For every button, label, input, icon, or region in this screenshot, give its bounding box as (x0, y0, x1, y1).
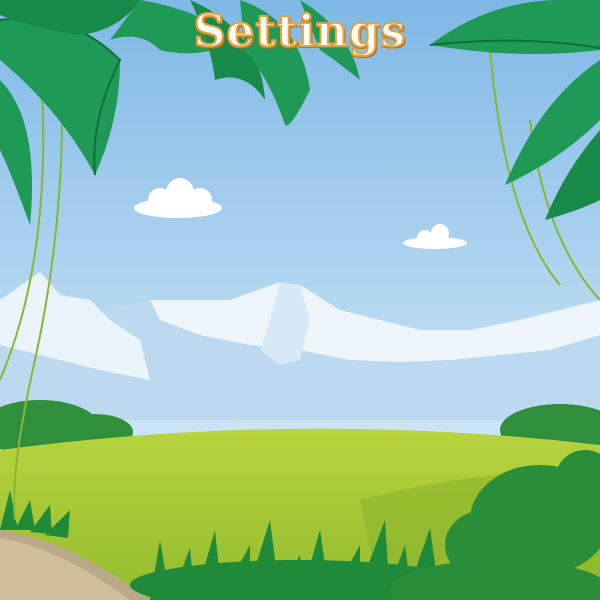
jungle-background (0, 0, 600, 600)
page-title: Settings (193, 5, 407, 58)
